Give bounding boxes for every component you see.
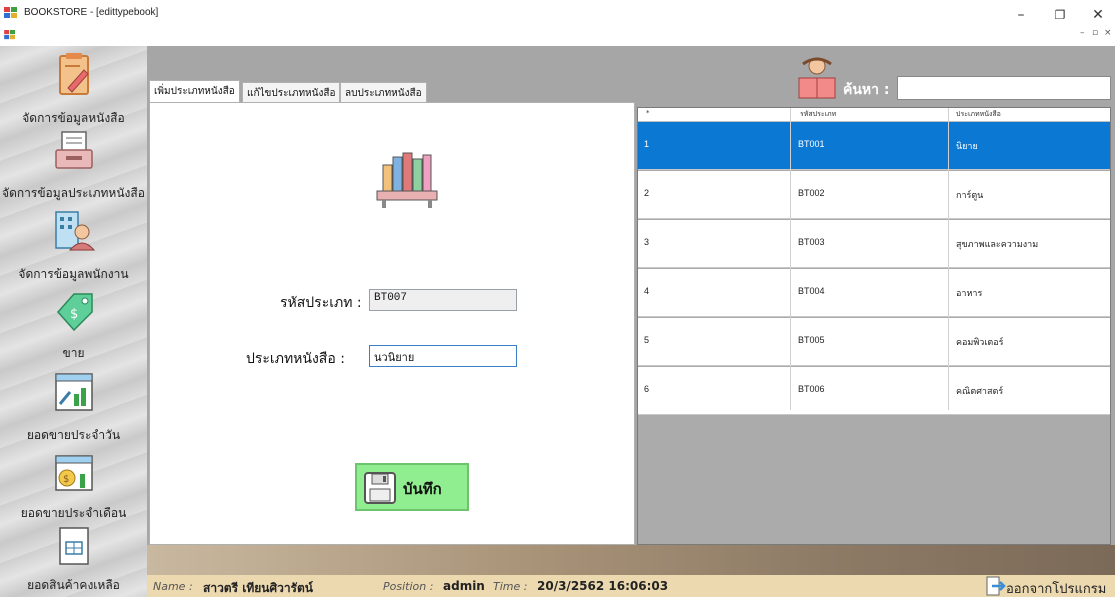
reader-search-icon xyxy=(798,57,836,99)
sidebar-item-monthly-sales[interactable]: $ ยอดขายประจำเดือน xyxy=(0,450,147,522)
status-position-value: admin xyxy=(443,579,485,593)
title-bar: BOOKSTORE - [edittypebook] – ❐ ✕ xyxy=(0,0,1115,30)
grid-header-type[interactable]: ประเภทหนังสือ xyxy=(956,109,1001,120)
cell-rownum: 2 xyxy=(644,188,650,198)
employee-building-icon xyxy=(54,211,95,251)
mdi-menu-row: – ▫ × xyxy=(0,28,1115,44)
cell-code: BT005 xyxy=(798,335,825,345)
app-window: BOOKSTORE - [edittypebook] – ❐ ✕ – ▫ × จ… xyxy=(0,0,1115,597)
cell-rownum: 3 xyxy=(644,237,650,247)
type-code-label: รหัสประเภท : xyxy=(280,295,362,311)
mdi-close-button[interactable]: × xyxy=(1104,28,1112,38)
table-row[interactable]: 4 BT004 อาหาร xyxy=(638,269,1110,317)
sidebar: จัดการข้อมูลหนังสือ จัดการข้อมูลประเภทหน… xyxy=(0,46,147,597)
sidebar-item-daily-sales[interactable]: ยอดขายประจำวัน xyxy=(0,368,147,442)
window-title: BOOKSTORE - [edittypebook] xyxy=(24,7,159,18)
grid-header-code[interactable]: รหัสประเภท xyxy=(800,109,836,120)
cell-type: คอมพิวเตอร์ xyxy=(956,337,1004,347)
book-edit-icon xyxy=(58,53,89,95)
inbox-tray-icon xyxy=(54,131,93,169)
minimize-button[interactable]: – xyxy=(1011,6,1031,24)
cell-code: BT002 xyxy=(798,188,825,198)
sidebar-item-inventory[interactable]: ยอดสินค้าคงเหลือ xyxy=(0,522,147,594)
cell-rownum: 5 xyxy=(644,335,650,345)
tab-delete-type[interactable]: ลบประเภทหนังสือ xyxy=(340,82,427,102)
cell-code: BT004 xyxy=(798,286,825,296)
save-button-label: บันทึก xyxy=(403,480,442,498)
type-code-field[interactable]: BT007 xyxy=(369,289,517,311)
background-image xyxy=(147,545,1115,575)
app-icon xyxy=(4,7,17,18)
book-type-grid: * รหัสประเภท ประเภทหนังสือ 1 BT001 นิยาย… xyxy=(637,107,1111,545)
status-time-key: Time : xyxy=(493,580,528,593)
sidebar-item-label: ยอดสินค้าคงเหลือ xyxy=(27,578,120,592)
cell-type: คณิตศาสตร์ xyxy=(956,386,1004,396)
status-name-key: Name : xyxy=(153,580,193,593)
sidebar-item-book-types[interactable]: จัดการข้อมูลประเภทหนังสือ xyxy=(0,126,147,200)
cell-code: BT001 xyxy=(798,139,825,149)
bookshelf-icon xyxy=(376,152,438,208)
sidebar-item-label: ยอดขายประจำเดือน xyxy=(20,506,127,520)
restore-button[interactable]: ❐ xyxy=(1050,6,1070,24)
cell-code: BT006 xyxy=(798,384,825,394)
sidebar-item-label: จัดการข้อมูลพนักงาน xyxy=(18,267,129,281)
floppy-disk-icon xyxy=(364,472,396,504)
exit-button-label: ออกจากโปรแกรม xyxy=(1006,582,1107,597)
cell-type: การ์ตูน xyxy=(956,190,984,200)
exit-button[interactable]: ออกจากโปรแกรม xyxy=(982,575,1115,597)
grid-column-divider xyxy=(790,108,791,410)
tab-edit-type[interactable]: แก้ไขประเภทหนังสือ xyxy=(242,82,341,102)
form-panel: รหัสประเภท : BT007 ประเภทหนังสือ : นวนิย… xyxy=(149,102,635,545)
status-position-key: Position : xyxy=(383,580,434,593)
grid-header: * รหัสประเภท ประเภทหนังสือ xyxy=(638,108,1110,122)
monthly-chart-icon: $ xyxy=(54,455,93,491)
search-input[interactable] xyxy=(897,76,1111,100)
cell-type: นิยาย xyxy=(956,141,978,151)
sidebar-item-label: ขาย xyxy=(62,346,85,360)
mdi-child-icon xyxy=(4,30,15,40)
cell-code: BT003 xyxy=(798,237,825,247)
cell-type: อาหาร xyxy=(956,288,983,298)
cell-type: สุขภาพและความงาม xyxy=(956,239,1039,249)
sidebar-item-books[interactable]: จัดการข้อมูลหนังสือ xyxy=(0,50,147,125)
cell-rownum: 4 xyxy=(644,286,650,296)
sidebar-item-label: จัดการข้อมูลประเภทหนังสือ xyxy=(2,186,145,200)
exit-arrow-icon xyxy=(986,576,1006,596)
table-row[interactable]: 5 BT005 คอมพิวเตอร์ xyxy=(638,318,1110,366)
svg-text:$: $ xyxy=(70,307,78,322)
type-name-field[interactable]: นวนิยาย xyxy=(369,345,517,367)
sidebar-item-label: ยอดขายประจำวัน xyxy=(26,428,121,442)
grid-column-divider xyxy=(948,108,949,410)
mdi-minimize-button[interactable]: – xyxy=(1080,28,1085,38)
grid-header-rownum[interactable]: * xyxy=(646,109,650,117)
mdi-restore-button[interactable]: ▫ xyxy=(1092,28,1098,38)
search-label: ค้นหา : xyxy=(843,82,890,98)
save-button[interactable]: บันทึก xyxy=(355,463,469,511)
daily-chart-icon xyxy=(54,373,93,411)
table-row[interactable]: 1 BT001 นิยาย xyxy=(638,122,1110,170)
sidebar-item-employees[interactable]: จัดการข้อมูลพนักงาน xyxy=(0,206,147,281)
inventory-icon xyxy=(58,527,89,565)
table-row[interactable]: 6 BT006 คณิตศาสตร์ xyxy=(638,367,1110,415)
cell-rownum: 6 xyxy=(644,384,650,394)
status-bar: Name : สาวตรี เทียนศิวารัตน์ Position : … xyxy=(147,575,1115,597)
sidebar-item-sell[interactable]: $ ขาย xyxy=(0,286,147,360)
type-name-label: ประเภทหนังสือ : xyxy=(246,351,345,367)
cell-rownum: 1 xyxy=(644,139,650,149)
status-time-value: 20/3/2562 16:06:03 xyxy=(537,579,669,593)
tab-add-type[interactable]: เพิ่มประเภทหนังสือ xyxy=(149,80,240,103)
status-name-value: สาวตรี เทียนศิวารัตน์ xyxy=(203,581,313,595)
price-tag-icon: $ xyxy=(56,293,93,332)
table-row[interactable]: 3 BT003 สุขภาพและความงาม xyxy=(638,220,1110,268)
close-button[interactable]: ✕ xyxy=(1088,6,1108,24)
svg-text:$: $ xyxy=(63,474,69,485)
table-row[interactable]: 2 BT002 การ์ตูน xyxy=(638,171,1110,219)
